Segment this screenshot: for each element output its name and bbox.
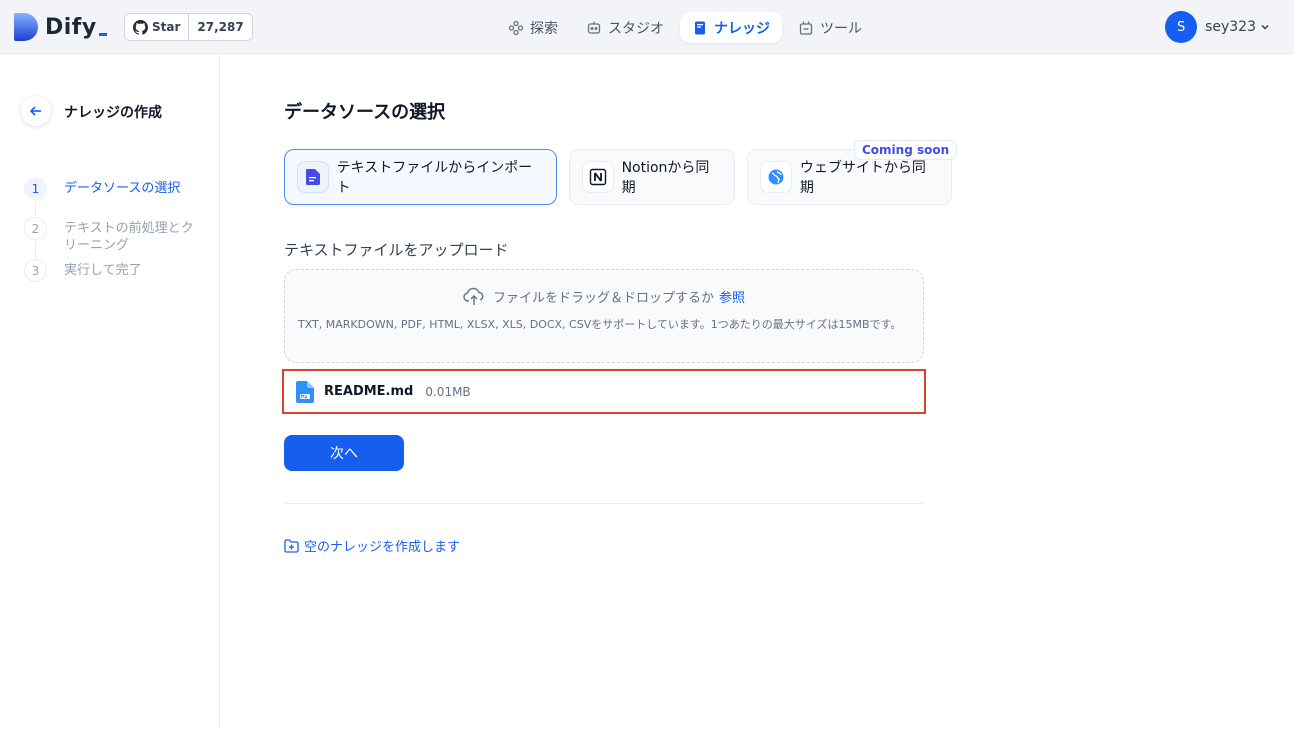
upload-cloud-icon: [463, 287, 484, 305]
step-number: 2: [24, 217, 47, 240]
github-star-button[interactable]: Star 27,287: [124, 13, 253, 41]
step-3: 3 実行して完了: [24, 259, 199, 282]
source-label: テキストファイルからインポート: [336, 160, 533, 196]
studio-icon: [587, 21, 601, 34]
step-label: 実行して完了: [64, 263, 142, 278]
user-name: sey323: [1205, 19, 1256, 35]
upload-title: テキストファイルをアップロード: [284, 241, 509, 259]
next-button[interactable]: 次へ: [284, 435, 404, 471]
folder-plus-icon: [284, 538, 299, 553]
star-count: 27,287: [197, 20, 244, 34]
nav-explore[interactable]: 探索: [496, 12, 570, 43]
source-notion[interactable]: Notionから同期: [569, 149, 735, 205]
step-number: 3: [24, 259, 47, 282]
page-title: データソースの選択: [284, 102, 446, 123]
top-bar: Dify Star 27,287 探索 スタジオ ナレッジ ツール S sey3…: [0, 0, 1294, 54]
uploaded-file-item[interactable]: README.md 0.01MB: [282, 369, 926, 414]
sidebar: ナレッジの作成 1 データソースの選択 2 テキストの前処理とクリーニング 3 …: [0, 55, 220, 730]
github-star-label: Star: [125, 14, 190, 40]
website-icon: [768, 169, 784, 185]
chevron-down-icon: [1261, 24, 1269, 30]
logo-underscore: [98, 32, 107, 36]
star-text: Star: [152, 20, 181, 34]
sidebar-title: ナレッジの作成: [64, 105, 162, 121]
source-text-file[interactable]: テキストファイルからインポート: [284, 149, 557, 205]
source-label: Notionから同期: [621, 160, 710, 196]
arrow-left-icon: [29, 106, 41, 116]
step-label: テキストの前処理とクリーニング: [64, 221, 194, 253]
step-2: 2 テキストの前処理とクリーニング: [24, 217, 199, 254]
dropzone-prompt: ファイルをドラッグ＆ドロップするか 参照: [285, 286, 923, 306]
file-name: README.md: [324, 384, 414, 399]
step-label: データソースの選択: [64, 181, 181, 196]
user-menu[interactable]: S sey323: [1165, 11, 1270, 43]
drop-text: ファイルをドラッグ＆ドロップするか: [492, 290, 714, 306]
notion-icon: [589, 168, 606, 186]
coming-soon-badge: Coming soon: [854, 140, 958, 160]
nav-label: 探索: [530, 20, 558, 37]
nav-studio[interactable]: スタジオ: [574, 12, 676, 43]
nav-label: ツール: [820, 20, 862, 37]
github-icon: [133, 19, 148, 35]
step-number: 1: [24, 177, 47, 200]
file-icon: [305, 169, 320, 185]
empty-link-label: 空のナレッジを作成します: [304, 540, 461, 555]
tools-icon: [799, 21, 813, 35]
source-label: ウェブサイトから同期: [799, 160, 926, 196]
dify-logo[interactable]: Dify: [14, 13, 107, 41]
divider: [284, 503, 924, 504]
avatar: S: [1165, 11, 1198, 43]
supported-formats-text: TXT, MARKDOWN, PDF, HTML, XLSX, XLS, DOC…: [298, 318, 902, 331]
nav-knowledge[interactable]: ナレッジ: [680, 12, 782, 43]
source-icon-box: [760, 161, 792, 193]
logo-text: Dify: [45, 14, 97, 40]
nav-tools[interactable]: ツール: [786, 12, 874, 43]
create-empty-knowledge-link[interactable]: 空のナレッジを作成します: [284, 536, 460, 555]
step-connector: [35, 201, 36, 216]
step-1: 1 データソースの選択: [24, 177, 199, 200]
dify-logo-mark: [14, 13, 38, 41]
back-button[interactable]: [21, 96, 51, 126]
step-connector: [35, 241, 36, 259]
nav-label: スタジオ: [608, 20, 664, 37]
source-icon-box: [582, 161, 614, 193]
explore-icon: [508, 20, 524, 35]
knowledge-icon: [695, 21, 705, 34]
file-dropzone[interactable]: ファイルをドラッグ＆ドロップするか 参照 TXT, MARKDOWN, PDF,…: [284, 269, 924, 363]
nav-label: ナレッジ: [714, 20, 770, 37]
main-nav: 探索 スタジオ ナレッジ ツール: [496, 12, 878, 43]
markdown-file-icon: [296, 380, 314, 403]
source-icon-box: [297, 161, 329, 193]
file-size: 0.01MB: [425, 384, 471, 399]
browse-link[interactable]: 参照: [719, 287, 745, 306]
